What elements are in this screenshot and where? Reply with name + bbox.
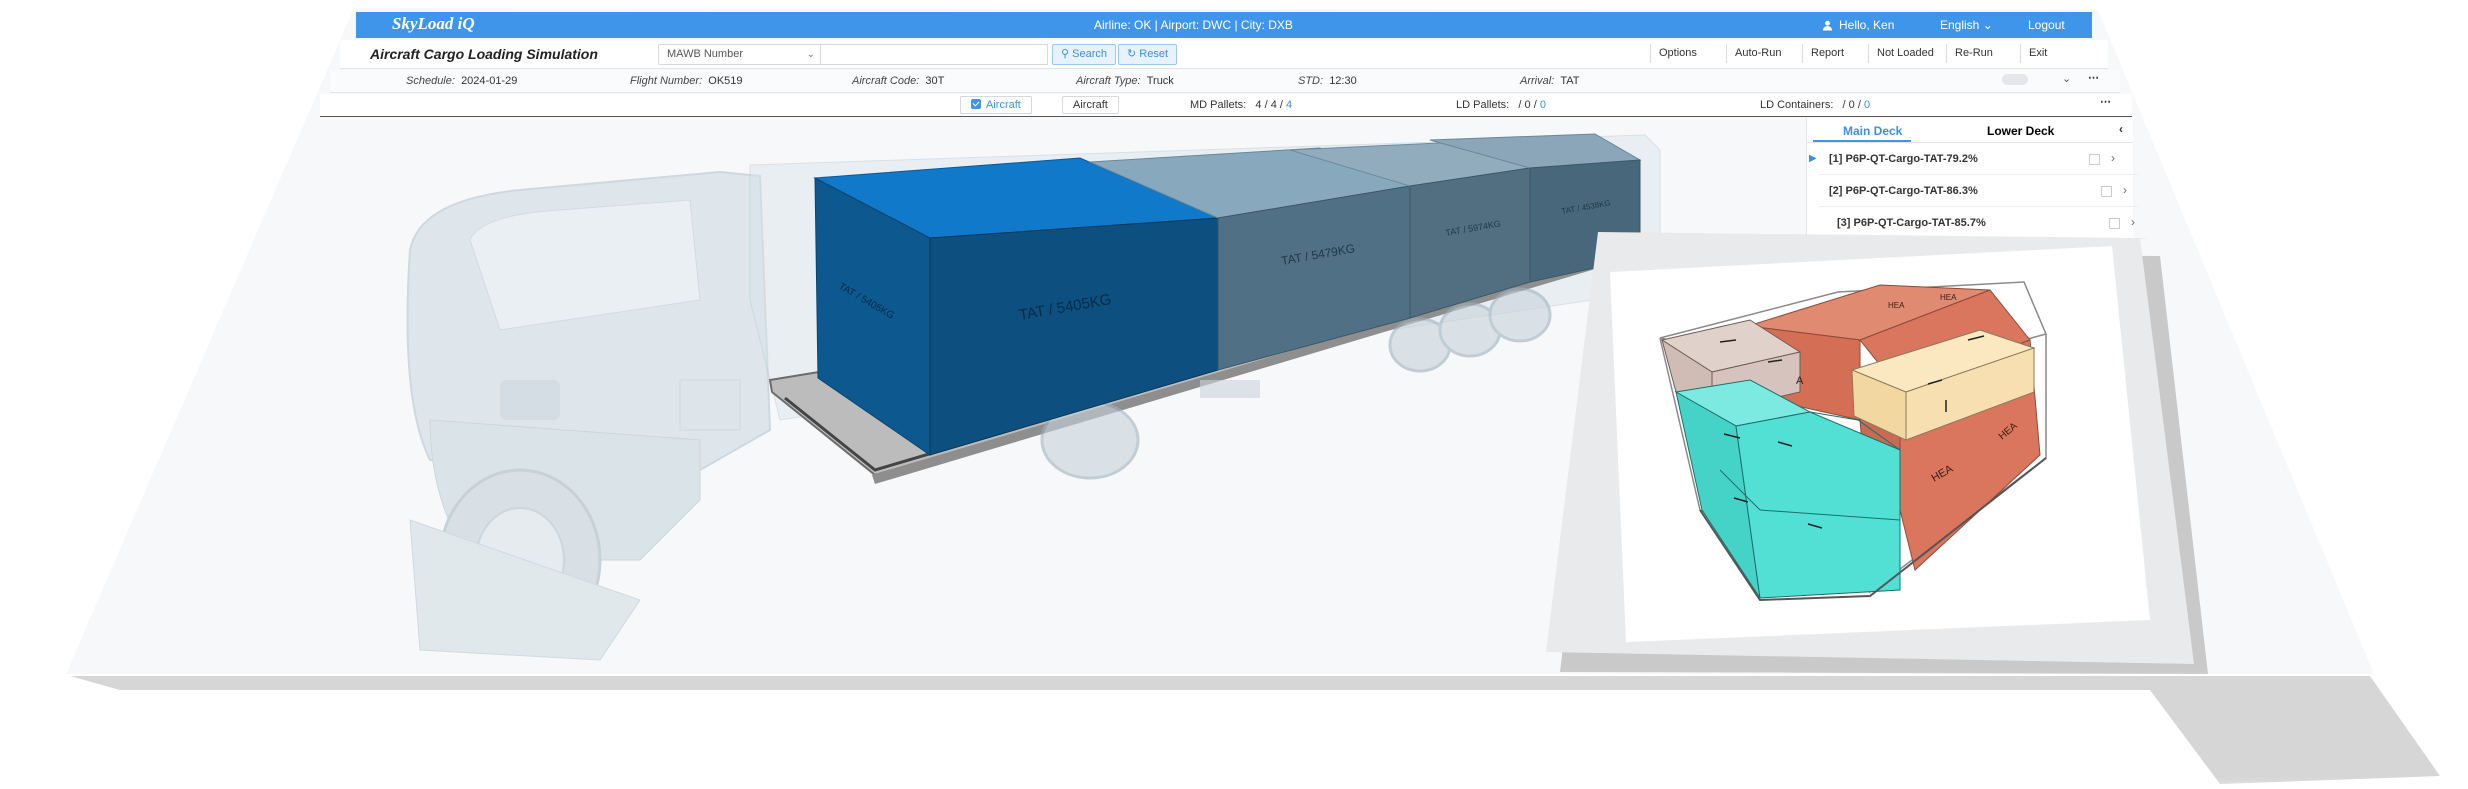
box-label: A bbox=[1796, 375, 1804, 387]
app-window: SkyLoad iQ Airline: OK | Airport: DWC | … bbox=[0, 0, 2468, 789]
box-label: HEA bbox=[1888, 301, 1905, 310]
pallet-detail-3d[interactable]: HEA HEA HEA HEA A bbox=[0, 0, 2468, 789]
box-label: HEA bbox=[1940, 293, 1957, 302]
